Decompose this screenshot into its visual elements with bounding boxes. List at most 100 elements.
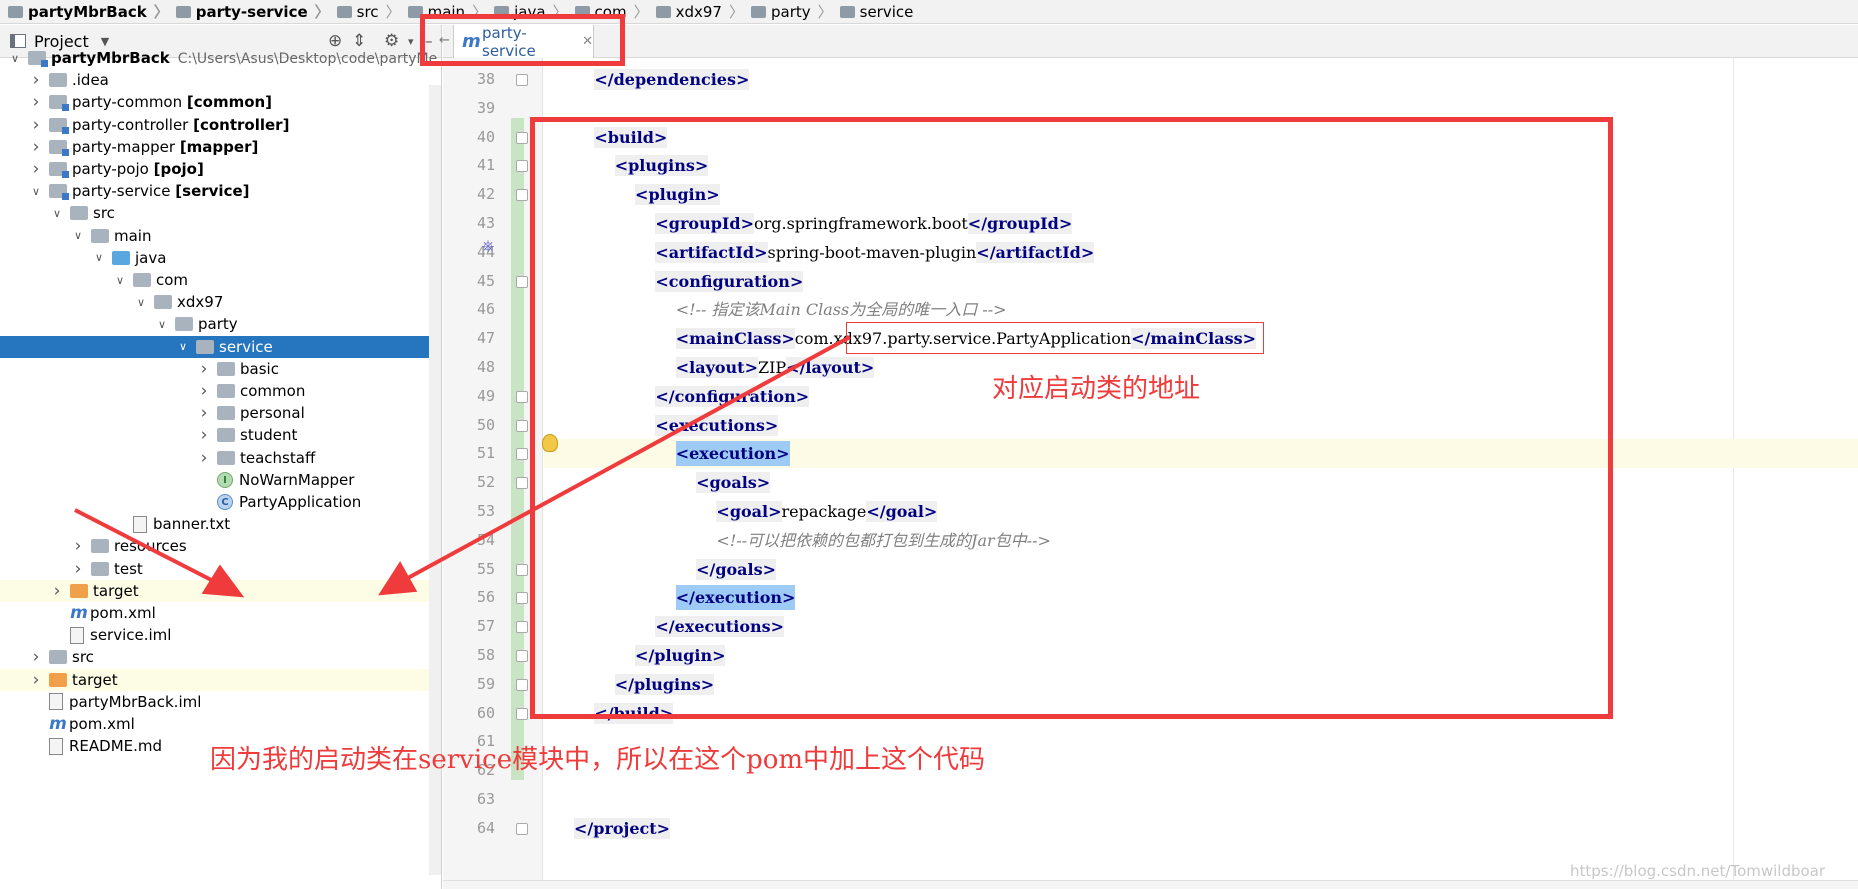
- tree-item[interactable]: ∨ main: [0, 225, 441, 247]
- chevron-down-icon[interactable]: ∨: [29, 185, 43, 198]
- right-margin-guide: [1733, 58, 1734, 889]
- fold-marker-icon[interactable]: [516, 707, 528, 720]
- tree-item[interactable]: ›partyMbrBack.iml: [0, 691, 441, 713]
- module-name: [service]: [175, 182, 250, 201]
- fold-marker-icon[interactable]: [516, 448, 528, 461]
- folder-icon: [70, 206, 88, 221]
- fold-marker-icon[interactable]: [516, 563, 528, 576]
- chevron-down-icon[interactable]: ∨: [50, 207, 64, 220]
- tree-item[interactable]: › resources: [0, 535, 441, 557]
- chevron-down-icon[interactable]: ▼: [101, 35, 109, 48]
- chevron-down-icon[interactable]: ∨: [92, 251, 106, 264]
- chevron-right-icon[interactable]: ›: [29, 670, 43, 690]
- tree-item[interactable]: › teachstaff: [0, 447, 441, 469]
- tree-item[interactable]: › target: [0, 579, 441, 602]
- chevron-right-icon[interactable]: ›: [197, 448, 211, 468]
- tree-item[interactable]: ∨ java: [0, 247, 441, 269]
- fold-marker-icon[interactable]: [516, 275, 528, 288]
- line-number: 43: [476, 214, 495, 232]
- line-number: 63: [476, 790, 495, 808]
- fold-marker-icon[interactable]: [516, 390, 528, 403]
- tree-item[interactable]: › target: [0, 668, 441, 691]
- chevron-down-icon[interactable]: ∨: [71, 229, 85, 242]
- tree-item-name: student: [240, 426, 298, 445]
- chevron-right-icon[interactable]: ›: [197, 403, 211, 423]
- fold-marker-icon[interactable]: [516, 650, 528, 662]
- tree-item[interactable]: › src: [0, 646, 441, 668]
- breadcrumb-item[interactable]: partyMbrBack 〉: [8, 1, 176, 22]
- tree-item[interactable]: › .idea: [0, 69, 441, 91]
- line-number: 48: [476, 358, 495, 376]
- tree-item[interactable]: ∨ xdx97: [0, 291, 441, 313]
- tree-item[interactable]: ›CPartyApplication: [0, 491, 441, 513]
- chevron-down-icon[interactable]: ∨: [113, 274, 127, 287]
- chevron-down-icon[interactable]: ∨: [134, 296, 148, 309]
- chevron-right-icon[interactable]: ›: [50, 581, 64, 601]
- breadcrumb-item[interactable]: party-service 〉: [175, 1, 337, 22]
- tree-item[interactable]: › party-pojo [pojo]: [0, 158, 441, 180]
- tree-item[interactable]: ›banner.txt: [0, 513, 441, 535]
- chevron-right-icon[interactable]: ›: [197, 381, 211, 401]
- code-line[interactable]: </project>: [544, 814, 671, 843]
- tree-item[interactable]: ∨ com: [0, 269, 441, 291]
- fold-marker-icon[interactable]: [516, 189, 528, 202]
- tree-item[interactable]: ›mpom.xml: [0, 713, 441, 735]
- run-gutter-icon[interactable]: ⎈: [478, 236, 498, 258]
- code-line[interactable]: [544, 785, 574, 814]
- tree-item[interactable]: › party-common [common]: [0, 91, 441, 113]
- chevron-right-icon[interactable]: ›: [29, 647, 43, 667]
- tree-item[interactable]: ›mpom.xml: [0, 602, 441, 624]
- chevron-down-icon[interactable]: ∨: [176, 340, 190, 353]
- chevron-right-icon[interactable]: ›: [29, 70, 43, 90]
- tree-item[interactable]: › personal: [0, 402, 441, 424]
- tree-item-name: xdx97: [177, 293, 224, 312]
- chevron-down-icon[interactable]: ∨: [8, 52, 22, 65]
- tree-item[interactable]: ∨ src: [0, 202, 441, 224]
- tree-item-name: com: [156, 271, 189, 290]
- tree-item[interactable]: ∨ party-service [service]: [0, 180, 441, 202]
- breadcrumb-item[interactable]: src 〉: [336, 1, 408, 22]
- chevron-right-icon[interactable]: ›: [71, 536, 85, 556]
- chevron-right-icon[interactable]: ›: [29, 92, 43, 112]
- fold-marker-icon[interactable]: [516, 621, 528, 634]
- fold-marker-icon[interactable]: [516, 160, 528, 173]
- folder-icon: [91, 561, 109, 576]
- breadcrumb-item[interactable]: xdx97 〉: [655, 1, 751, 22]
- chevron-right-icon[interactable]: ›: [197, 359, 211, 379]
- chevron-right-icon[interactable]: ›: [29, 159, 43, 179]
- fold-marker-icon[interactable]: [516, 678, 528, 691]
- chevron-right-icon[interactable]: ›: [29, 137, 43, 157]
- tree-item[interactable]: ∨ partyMbrBack C:\Users\Asus\Desktop\code\…: [0, 47, 441, 69]
- tree-item[interactable]: › test: [0, 558, 441, 580]
- chevron-right-icon[interactable]: ›: [197, 425, 211, 445]
- module-folder-icon: [49, 95, 69, 112]
- chevron-right-icon[interactable]: ›: [29, 115, 43, 135]
- fold-marker-icon[interactable]: [516, 74, 528, 86]
- folder-icon: [217, 384, 235, 399]
- tree-item-label: banner.txt: [153, 515, 230, 533]
- tree-item[interactable]: › party-controller [controller]: [0, 114, 441, 136]
- breadcrumb-item[interactable]: service: [839, 3, 913, 21]
- fold-marker-icon[interactable]: [516, 822, 528, 835]
- line-number: 60: [476, 703, 495, 722]
- tree-item[interactable]: ›INoWarnMapper: [0, 469, 441, 491]
- line-number: 57: [476, 617, 495, 636]
- code-line[interactable]: </dependencies>: [544, 65, 750, 94]
- mainclass-annotation: 对应启动类的地址: [992, 374, 1201, 404]
- tree-item[interactable]: ∨ service: [0, 335, 441, 358]
- chevron-down-icon[interactable]: ∨: [155, 318, 169, 331]
- tree-item-label: main: [114, 227, 151, 245]
- tree-item[interactable]: › party-mapper [mapper]: [0, 136, 441, 158]
- fold-marker-icon[interactable]: [516, 419, 528, 432]
- tree-item[interactable]: › student: [0, 424, 441, 446]
- tree-item[interactable]: › basic: [0, 358, 441, 380]
- tree-item[interactable]: ›service.iml: [0, 624, 441, 646]
- fold-marker-icon[interactable]: [516, 592, 528, 605]
- breadcrumb-item[interactable]: party 〉: [750, 1, 840, 22]
- tree-item[interactable]: ∨ party: [0, 313, 441, 335]
- fold-marker-icon[interactable]: [516, 477, 528, 490]
- tree-item-label: src: [93, 204, 115, 222]
- fold-marker-icon[interactable]: [516, 131, 528, 144]
- tree-item[interactable]: › common: [0, 380, 441, 402]
- chevron-right-icon[interactable]: ›: [71, 559, 85, 579]
